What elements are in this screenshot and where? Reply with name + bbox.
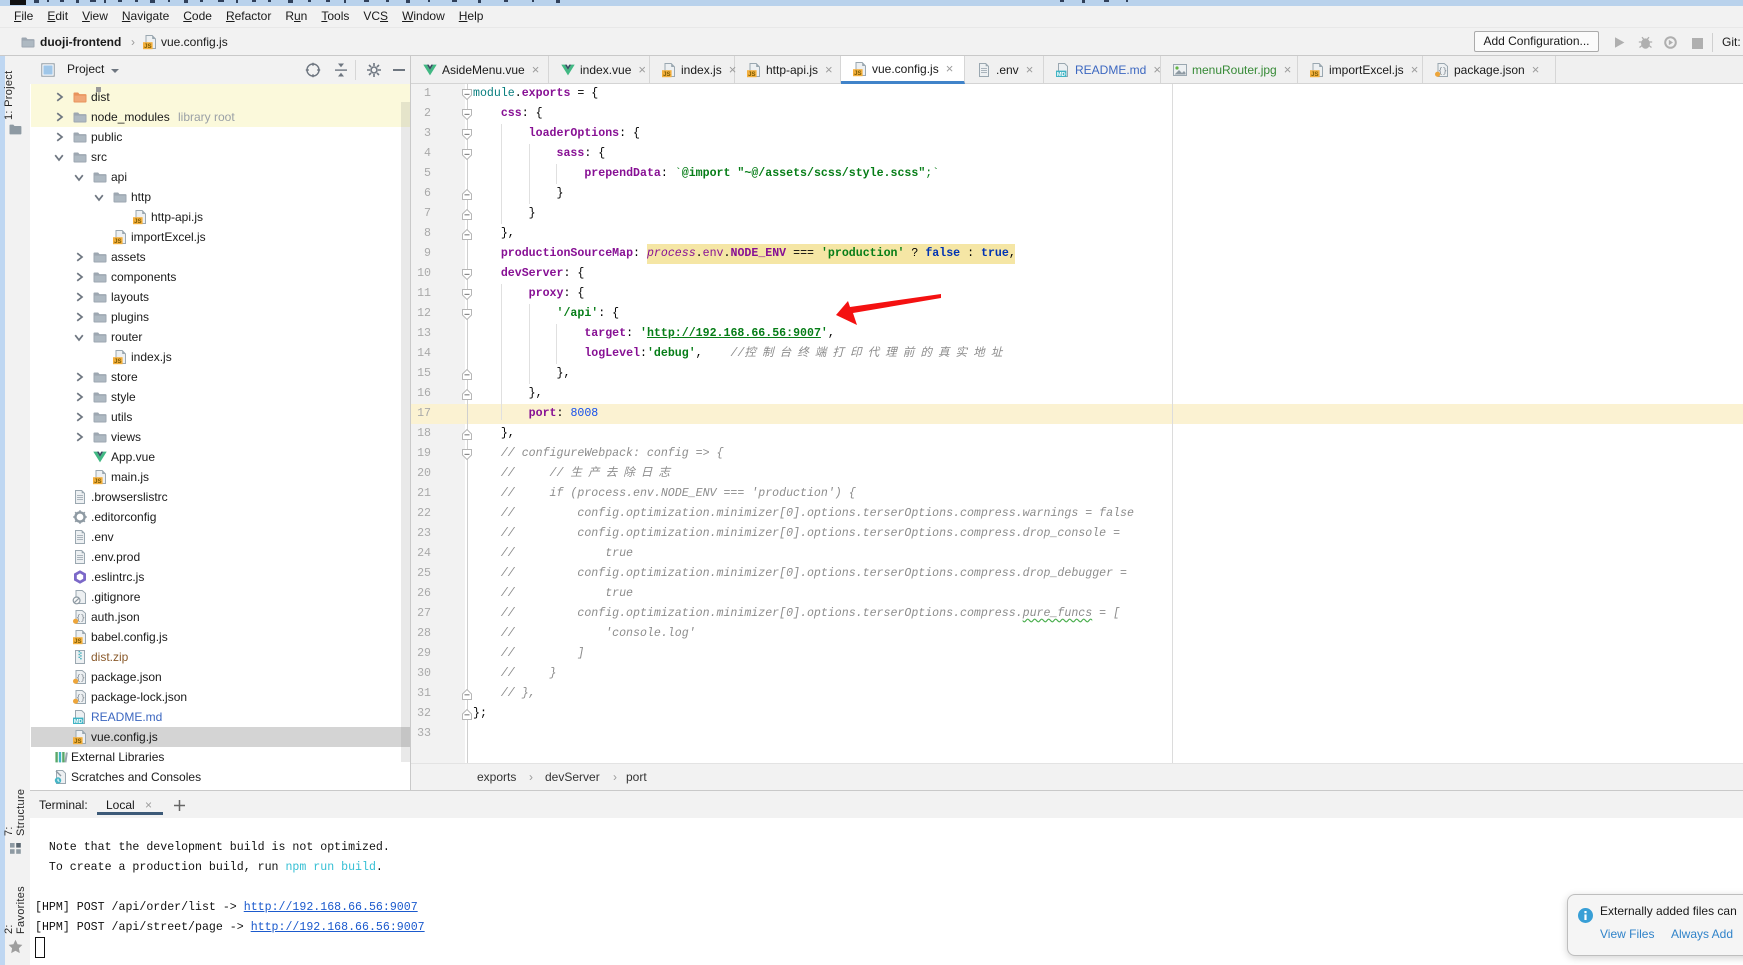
svg-text:JS: JS — [134, 218, 141, 224]
svg-text:JS: JS — [1311, 71, 1318, 77]
svg-text:JS: JS — [144, 44, 151, 50]
svg-text:JS: JS — [114, 358, 121, 364]
svg-text:MD: MD — [1057, 71, 1066, 77]
svg-text:JS: JS — [114, 238, 121, 244]
svg-text:JS: JS — [74, 638, 81, 644]
svg-text:JS: JS — [74, 738, 81, 744]
svg-text:JS: JS — [854, 70, 861, 76]
svg-text:JS: JS — [663, 71, 670, 77]
svg-text:JS: JS — [94, 478, 101, 484]
svg-text:JS: JS — [748, 71, 755, 77]
svg-text:MD: MD — [74, 718, 83, 724]
